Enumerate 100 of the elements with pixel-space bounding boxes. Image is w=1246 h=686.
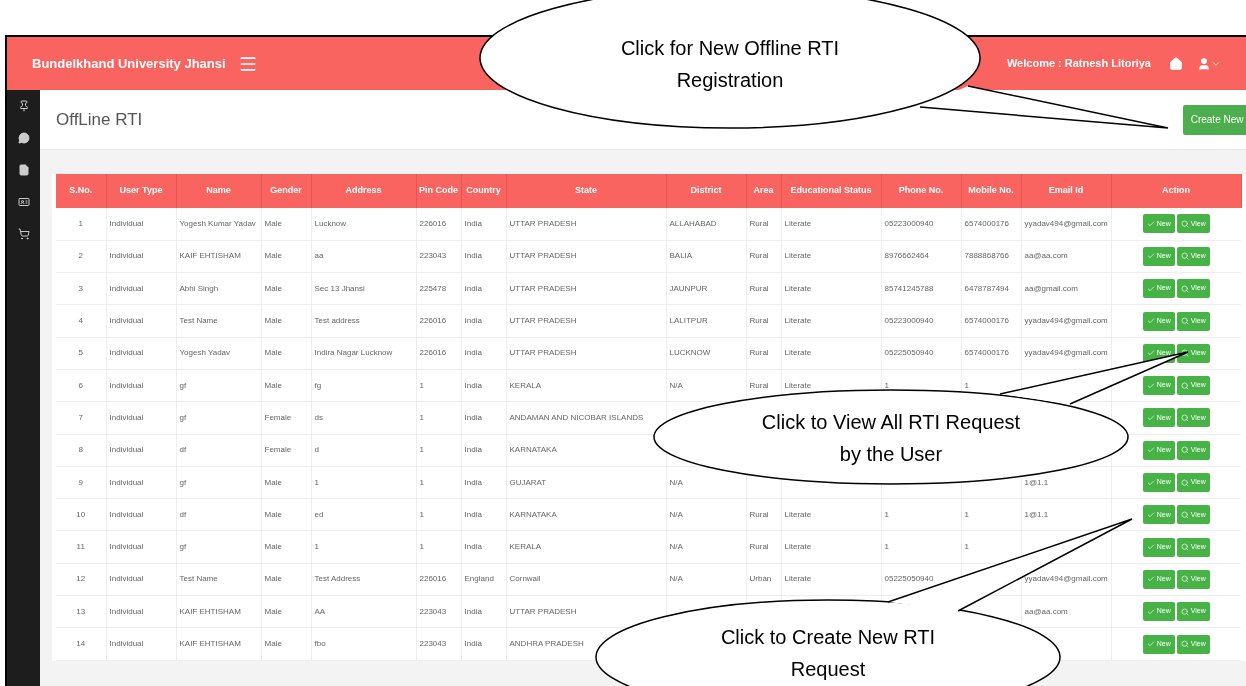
table-cell: KAIF EHTISHAM	[179, 606, 241, 616]
table-cell: 6574000176	[964, 218, 1009, 228]
table-cell: 8976662464	[884, 251, 929, 261]
home-icon[interactable]	[1169, 56, 1183, 71]
table-cell: yyadav494@gmail.com	[1024, 348, 1108, 358]
table-cell: Individual	[109, 574, 144, 584]
chat-icon[interactable]	[17, 132, 30, 144]
search-icon	[1180, 284, 1189, 293]
column-header: Phone No.	[881, 174, 961, 208]
table-cell: UTTAR PRADESH	[509, 606, 577, 616]
table-cell: 225478	[419, 283, 447, 293]
table-cell: 6478787494	[964, 283, 1009, 293]
table-cell: 226016	[419, 316, 447, 326]
table-cell: 1	[78, 218, 83, 228]
column-header: Address	[311, 174, 416, 208]
table-cell: India	[464, 445, 482, 455]
table-cell: Individual	[109, 218, 144, 228]
user-icon[interactable]	[1197, 56, 1211, 71]
table-cell: Male	[264, 606, 282, 616]
brand-name[interactable]: Bundelkhand University Jhansi	[32, 53, 226, 74]
table-cell: ed	[314, 509, 324, 519]
table-cell: Male	[264, 283, 282, 293]
search-icon	[1180, 317, 1189, 326]
column-header: District	[666, 174, 746, 208]
column-header: Country	[461, 174, 506, 208]
table-cell: 12	[76, 574, 86, 584]
check-icon	[1146, 284, 1155, 293]
table-cell: 223043	[419, 606, 447, 616]
check-icon	[1146, 478, 1155, 487]
table-cell: 1	[964, 542, 969, 552]
table-cell: 5	[78, 348, 83, 358]
pin-icon[interactable]	[17, 100, 30, 112]
table-cell: df	[179, 445, 187, 455]
table-cell: Urban	[749, 574, 772, 584]
table-cell: Rural	[749, 509, 769, 519]
table-cell: JAUNPUR	[669, 283, 708, 293]
table-cell: Male	[264, 380, 282, 390]
table-cell: 10	[76, 509, 86, 519]
table-cell: Literate	[784, 574, 812, 584]
table-cell: 1	[419, 380, 424, 390]
table-cell: Individual	[109, 380, 144, 390]
table-cell: Individual	[109, 348, 144, 358]
table-cell: Male	[264, 574, 282, 584]
table-cell: aa	[314, 251, 324, 261]
create-new-button[interactable]: Create New	[1182, 104, 1246, 135]
table-cell: Female	[264, 412, 292, 422]
table-cell: 05225050940	[884, 574, 934, 584]
table-cell: Individual	[109, 316, 144, 326]
check-icon	[1146, 317, 1155, 326]
table-cell: ds	[314, 412, 323, 422]
column-header: Educational Status	[781, 174, 881, 208]
table-cell: 1	[884, 380, 889, 390]
table-cell: KARNATAKA	[509, 509, 557, 519]
id-card-icon[interactable]	[17, 196, 30, 208]
table-cell: Test Name	[179, 316, 218, 326]
table-cell: Test address	[314, 316, 360, 326]
search-icon	[1180, 413, 1189, 422]
table-cell: 7888868766	[964, 251, 1009, 261]
table-cell: aa@aa.com	[1024, 251, 1068, 261]
table-cell: Individual	[109, 283, 144, 293]
table-cell: 05225050940	[884, 348, 934, 358]
table-cell: India	[464, 412, 482, 422]
table-cell: 223043	[419, 639, 447, 648]
table-cell: Literate	[784, 251, 812, 261]
table-cell: India	[464, 639, 482, 648]
search-icon	[1180, 478, 1189, 487]
search-icon	[1180, 349, 1189, 358]
column-header: Gender	[261, 174, 311, 208]
column-header: S.No.	[56, 174, 106, 208]
table-cell: Individual	[109, 639, 144, 648]
table-cell: Individual	[109, 477, 144, 487]
table-cell: aa@gmail.com	[1024, 283, 1078, 293]
table-cell: Literate	[784, 380, 812, 390]
table-cell: Sec 13 Jhansi	[314, 283, 365, 293]
table-cell: Lucknow	[314, 218, 347, 228]
file-icon[interactable]	[17, 164, 30, 176]
table-cell: 1	[314, 542, 319, 552]
cart-icon[interactable]	[17, 228, 30, 240]
table-cell: LALITPUR	[669, 316, 708, 326]
table-cell: Literate	[784, 218, 812, 228]
table-cell: ANDAMAN AND NICOBAR ISLANDS	[509, 412, 644, 422]
table-cell: Rural	[749, 348, 769, 358]
table-cell: Male	[264, 251, 282, 261]
search-icon	[1180, 510, 1189, 519]
check-icon	[1146, 510, 1155, 519]
table-cell: fg	[314, 380, 322, 390]
search-icon	[1180, 252, 1189, 261]
table-cell: df	[179, 509, 187, 519]
callout-text: Click for New Offline RTI Registration	[619, 36, 841, 93]
table-cell: Female	[264, 445, 292, 455]
table-cell: gf	[179, 380, 187, 390]
table-cell: India	[464, 606, 482, 616]
table-cell: 1@1.1	[1024, 477, 1049, 487]
table-cell: 14	[76, 639, 86, 648]
table-cell: Individual	[109, 606, 144, 616]
column-header: Email Id	[1021, 174, 1111, 208]
table-cell: KAIF EHTISHAM	[179, 639, 241, 648]
table-cell: Individual	[109, 251, 144, 261]
table-cell: N/A	[669, 542, 683, 552]
table-cell: N/A	[669, 477, 683, 487]
